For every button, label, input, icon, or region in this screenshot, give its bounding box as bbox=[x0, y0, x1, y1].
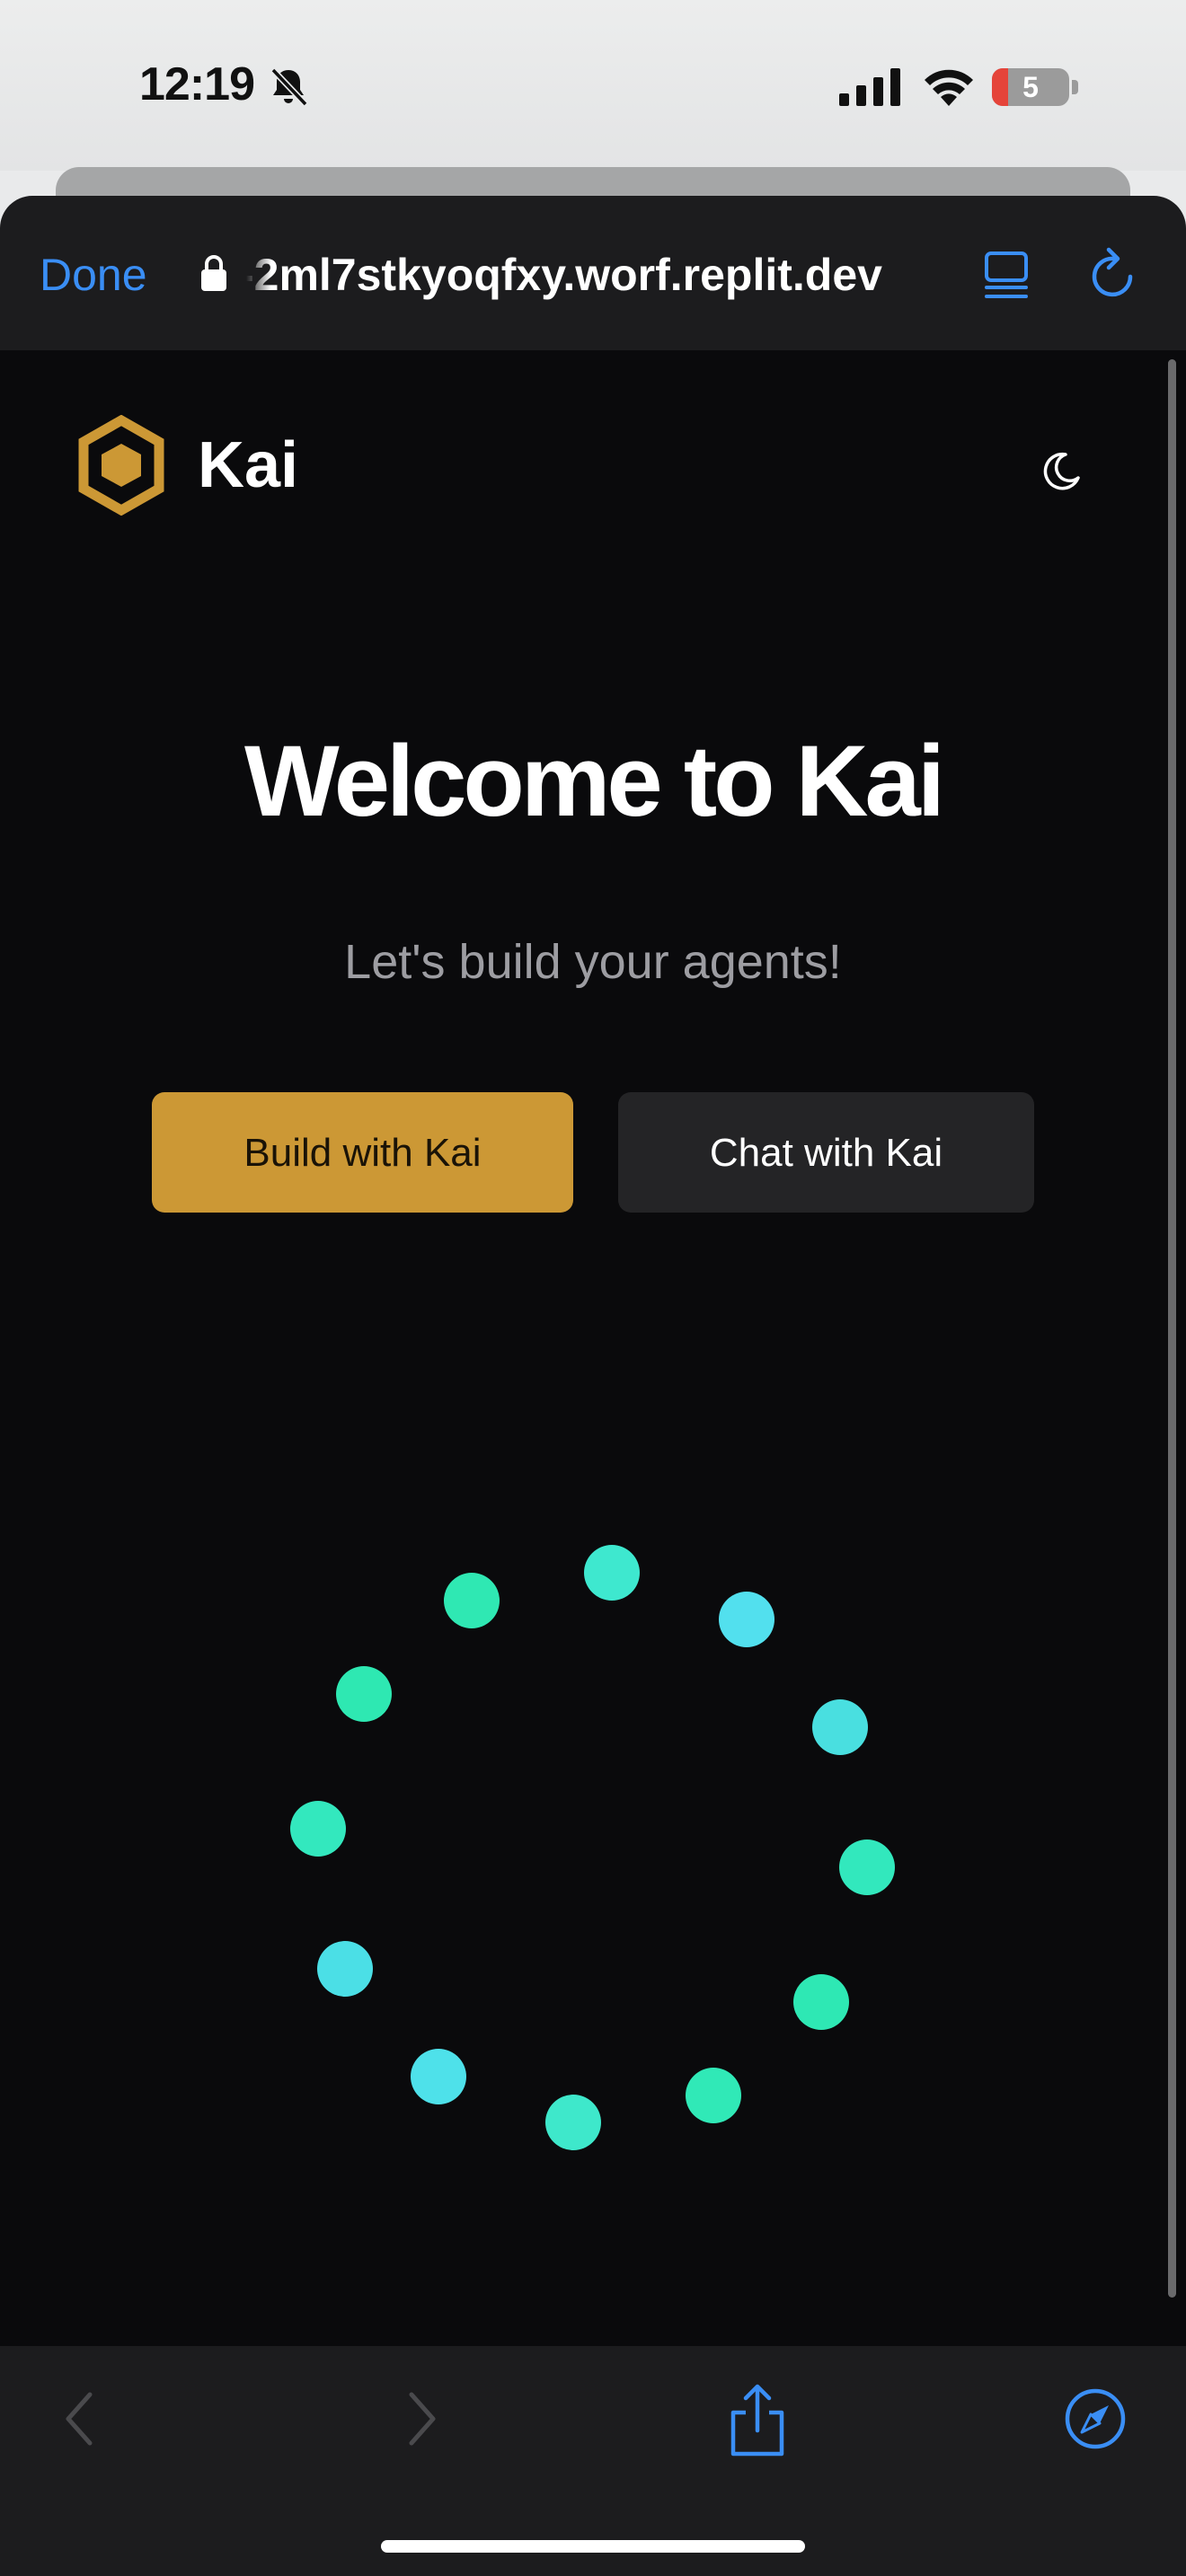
share-icon[interactable] bbox=[726, 2382, 789, 2457]
done-button[interactable]: Done bbox=[40, 248, 147, 302]
back-icon[interactable] bbox=[61, 2389, 97, 2448]
spinner-dot bbox=[545, 2095, 601, 2150]
brand-name: Kai bbox=[198, 429, 299, 501]
spinner-dot bbox=[290, 1801, 346, 1857]
forward-icon[interactable] bbox=[404, 2389, 440, 2448]
spinner-dot bbox=[686, 2068, 741, 2123]
spinner-dot bbox=[839, 1839, 895, 1895]
spinner-dot bbox=[336, 1666, 392, 1722]
spinner-dot bbox=[584, 1545, 640, 1601]
build-with-kai-button[interactable]: Build with Kai bbox=[152, 1092, 573, 1213]
safari-compass-icon[interactable] bbox=[1064, 2387, 1127, 2450]
lock-icon bbox=[201, 255, 226, 291]
spinner-dot bbox=[793, 1974, 849, 2030]
scrollbar[interactable] bbox=[1168, 359, 1176, 2298]
cellular-signal-icon bbox=[839, 68, 900, 106]
battery-icon: 5 bbox=[992, 68, 1069, 106]
spinner-dot bbox=[812, 1699, 868, 1755]
url-address[interactable]: -2ml7stkyoqfxy.worf.replit.dev bbox=[239, 248, 940, 302]
spinner-dot bbox=[411, 2049, 466, 2104]
page-subtitle: Let's build your agents! bbox=[344, 935, 842, 989]
moon-icon[interactable] bbox=[1039, 449, 1084, 494]
battery-level: 5 bbox=[1022, 71, 1039, 103]
spinner-dot bbox=[444, 1573, 500, 1628]
wifi-icon bbox=[925, 69, 973, 106]
chat-with-kai-button[interactable]: Chat with Kai bbox=[618, 1092, 1034, 1213]
loading-spinner-icon bbox=[290, 1545, 895, 2150]
home-indicator bbox=[381, 2540, 805, 2553]
spinner-dot bbox=[317, 1941, 373, 1997]
hexagon-logo-icon bbox=[78, 415, 164, 516]
page-title: Welcome to Kai bbox=[244, 725, 945, 837]
spinner-dot bbox=[719, 1592, 774, 1647]
reader-view-icon[interactable] bbox=[981, 248, 1031, 302]
spinner-dots bbox=[290, 1545, 895, 2150]
battery-tip bbox=[1072, 80, 1078, 94]
url-fade bbox=[235, 248, 271, 302]
bell-slash-icon bbox=[270, 67, 308, 107]
status-time: 12:19 bbox=[139, 58, 255, 110]
reload-icon[interactable] bbox=[1087, 244, 1141, 302]
